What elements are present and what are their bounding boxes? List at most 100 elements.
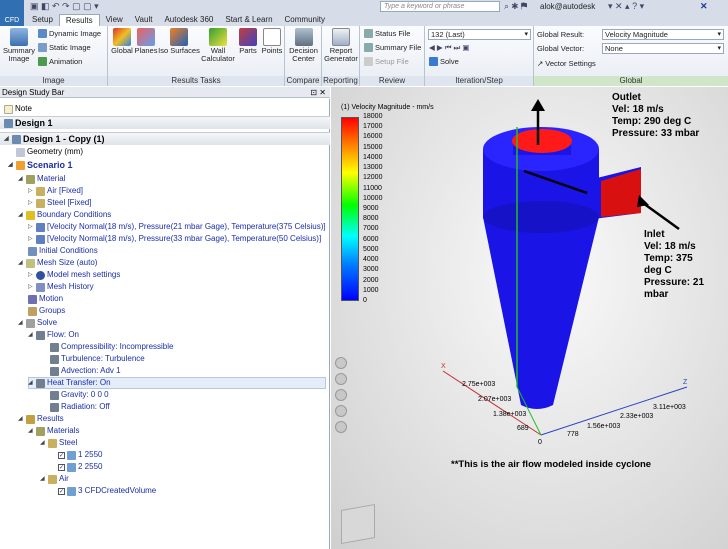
part-item-3[interactable]: ✓ 3 CFDCreatedVolume xyxy=(58,485,156,497)
global-result-select[interactable]: Velocity Magnitude xyxy=(602,29,724,40)
mesh-icon xyxy=(26,258,35,268)
tab-results[interactable]: Results xyxy=(58,14,100,26)
flow-item[interactable]: ◢ Flow: On xyxy=(28,329,79,341)
initial-conditions-item[interactable]: Initial Conditions xyxy=(28,245,98,257)
planes-button[interactable]: Planes xyxy=(134,28,158,55)
design-study-tree: Note Design 1 ◢ Design 1 - Copy (1) Geome… xyxy=(0,99,330,549)
part-3-checkbox[interactable]: ✓ xyxy=(58,487,65,495)
solve-button[interactable]: Solve xyxy=(429,57,459,66)
user-account[interactable]: alok@autodesk xyxy=(540,2,595,11)
design1-item[interactable]: Design 1 xyxy=(4,117,53,129)
search-input[interactable]: Type a keyword or phrase xyxy=(380,1,500,12)
mesh-size-item[interactable]: ◢ Mesh Size (auto) xyxy=(18,257,97,269)
step-controls[interactable]: ◀ ▶ ⏮ ⏭ ▣ xyxy=(429,43,469,53)
z-tick-1: 778 xyxy=(567,431,579,438)
advection-item[interactable]: Advection: Adv 1 xyxy=(50,365,121,377)
bc-item-2[interactable]: ▷ [Velocity Normal(18 m/s), Pressure(33 m… xyxy=(28,233,321,245)
tab-vault[interactable]: Vault xyxy=(129,14,159,26)
collapse-icon: ◢ xyxy=(8,162,13,168)
static-image-button[interactable]: Static Image xyxy=(38,43,91,52)
steel-results-item[interactable]: ◢ Steel xyxy=(40,437,77,449)
global-vector-select[interactable]: None xyxy=(602,43,724,54)
mesh-settings-icon xyxy=(36,270,45,280)
radiation-item[interactable]: Radiation: Off xyxy=(50,401,110,413)
close-icon[interactable]: ✕ xyxy=(700,1,708,12)
air-fixed-item[interactable]: ▷ Air [Fixed] xyxy=(28,185,83,197)
iso-surfaces-button[interactable]: Iso Surfaces xyxy=(158,28,200,55)
bc-item-1[interactable]: ▷ [Velocity Normal(18 m/s), Pressure(21 m… xyxy=(28,221,326,233)
note-item[interactable]: Note xyxy=(4,103,32,115)
tab-community[interactable]: Community xyxy=(279,14,331,26)
motion-item[interactable]: Motion xyxy=(28,293,63,305)
points-button[interactable]: Points xyxy=(260,28,284,55)
design-copy-item[interactable]: ◢ Design 1 - Copy (1) xyxy=(4,133,105,145)
part-2-checkbox[interactable]: ✓ xyxy=(58,463,65,471)
part-icon xyxy=(67,486,76,496)
global-button[interactable]: Global xyxy=(110,28,134,55)
graphics-viewport[interactable]: (1) Velocity Magnitude - mm/s 18000 17000… xyxy=(331,87,728,549)
parts-button[interactable]: Parts xyxy=(236,28,260,55)
dynamic-image-button[interactable]: Dynamic Image xyxy=(38,29,101,38)
dynamic-image-icon xyxy=(38,29,47,38)
compressibility-item[interactable]: Compressibility: Incompressible xyxy=(50,341,173,353)
orbit-icon[interactable] xyxy=(335,405,347,417)
heat-transfer-item[interactable]: ◢ Heat Transfer: On xyxy=(28,377,111,389)
outlet-title: Outlet xyxy=(612,92,641,103)
materials-item[interactable]: ◢ Materials xyxy=(28,425,79,437)
view-cube[interactable] xyxy=(341,504,375,544)
look-icon[interactable] xyxy=(335,421,347,433)
steering-wheel-icon[interactable] xyxy=(335,357,347,369)
material-item[interactable]: ◢ Material xyxy=(18,173,65,185)
z-axis-letter: Z xyxy=(683,379,688,386)
part-1-checkbox[interactable]: ✓ xyxy=(58,451,65,459)
results-item[interactable]: ◢ Results xyxy=(18,413,64,425)
panel-pin-close-icon[interactable]: ⊡ ✕ xyxy=(310,87,326,98)
summary-image-button[interactable]: Summary Image xyxy=(2,28,36,63)
inlet-arrow xyxy=(642,201,680,231)
steel-fixed-item[interactable]: ▷ Steel [Fixed] xyxy=(28,197,91,209)
report-generator-button[interactable]: Report Generator xyxy=(324,28,358,63)
vector-settings-button[interactable]: ↗ Vector Settings xyxy=(537,59,596,68)
decision-center-button[interactable]: Decision Center xyxy=(287,28,320,63)
image-group-label: Image xyxy=(0,76,107,86)
tab-setup[interactable]: Setup xyxy=(26,14,59,26)
flow-icon xyxy=(36,330,45,340)
gravity-item[interactable]: Gravity: 0 0 0 xyxy=(50,389,109,401)
quick-access-icons[interactable]: ▣ ◧ ↶ ↷ ▢ ▢ ▾ xyxy=(30,1,99,12)
search-icon[interactable]: ⌕ ✱ ⚑ xyxy=(504,1,527,12)
mesh-history-item[interactable]: ▷ Mesh History xyxy=(28,281,94,293)
iteration-select[interactable]: 132 (Last) xyxy=(428,29,531,40)
part-item-2[interactable]: ✓ 2 2550 xyxy=(58,461,102,473)
pan-icon[interactable] xyxy=(335,373,347,385)
groups-item[interactable]: Groups xyxy=(28,305,65,317)
tab-view[interactable]: View xyxy=(100,14,129,26)
scenario-item[interactable]: ◢ Scenario 1 xyxy=(8,159,73,171)
summary-file-button[interactable]: Summary File xyxy=(364,43,421,52)
app-logo-button[interactable]: CFD xyxy=(0,0,24,26)
status-file-button[interactable]: Status File xyxy=(364,29,410,38)
tab-autodesk-360[interactable]: Autodesk 360 xyxy=(158,14,219,26)
wall-calculator-button[interactable]: Wall Calculator xyxy=(200,28,236,63)
tab-start-learn[interactable]: Start & Learn xyxy=(219,14,278,26)
turbulence-item[interactable]: Turbulence: Turbulence xyxy=(50,353,145,365)
gravity-icon xyxy=(50,390,59,400)
boundary-conditions-item[interactable]: ◢ Boundary Conditions xyxy=(18,209,111,221)
bc-arrow-icon xyxy=(36,234,45,244)
setup-file-button[interactable]: Setup File xyxy=(364,57,409,66)
part-item-1[interactable]: ✓ 1 2550 xyxy=(58,449,102,461)
air-results-item[interactable]: ◢ Air xyxy=(40,473,69,485)
collapse-icon: ◢ xyxy=(18,416,23,422)
animation-button[interactable]: Animation xyxy=(38,57,82,66)
inlet-vel: Vel: 18 m/s xyxy=(644,241,696,252)
help-icons[interactable]: ▾ ✕ ▴ ? ▾ xyxy=(608,1,644,12)
reporting-label: Reporting xyxy=(322,76,359,86)
collapse-icon: ◢ xyxy=(18,260,23,266)
geometry-item[interactable]: Geometry (mm) xyxy=(16,146,83,158)
bc-arrow-icon xyxy=(36,222,45,232)
compressibility-icon xyxy=(50,342,59,352)
solve-item[interactable]: ◢ Solve xyxy=(18,317,57,329)
zoom-icon[interactable] xyxy=(335,389,347,401)
navigation-bar[interactable] xyxy=(334,357,348,433)
outlet-temp: Temp: 290 deg C xyxy=(612,116,692,127)
mesh-settings-item[interactable]: ▷ Model mesh settings xyxy=(28,269,120,281)
